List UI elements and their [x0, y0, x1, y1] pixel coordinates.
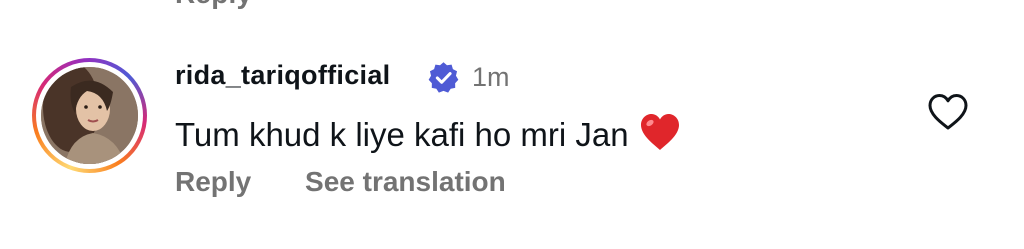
reply-button[interactable]: Reply: [175, 166, 251, 198]
see-translation-button[interactable]: See translation: [305, 166, 506, 198]
comment-actions: Reply See translation: [175, 166, 506, 198]
comment-text: Tum khud k liye kafi ho mri Jan: [175, 112, 681, 154]
comment-item: Reply rida_tariqofficial 1m Tum: [0, 0, 1024, 249]
previous-reply-button[interactable]: Reply: [175, 0, 252, 10]
verified-badge-icon: [428, 62, 459, 93]
red-heart-emoji-icon: [640, 114, 679, 150]
avatar[interactable]: [41, 67, 138, 164]
avatar-story-ring[interactable]: [32, 58, 147, 173]
heart-outline-icon[interactable]: [926, 92, 970, 132]
comment-text-body: Tum khud k liye kafi ho mri Jan: [175, 116, 629, 153]
comment-timestamp: 1m: [472, 62, 510, 92]
comment-username[interactable]: rida_tariqofficial: [175, 60, 390, 91]
